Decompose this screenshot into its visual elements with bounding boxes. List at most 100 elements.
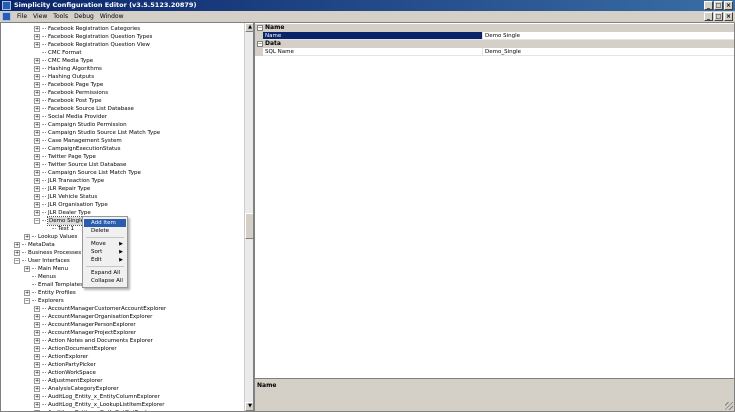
- expand-icon[interactable]: +: [34, 322, 40, 328]
- tree-node[interactable]: + JLR Repair Type: [1, 185, 243, 193]
- expand-icon[interactable]: +: [34, 170, 40, 176]
- property-category[interactable]: − Name: [255, 24, 734, 32]
- tree-node[interactable]: + Facebook Registration Question View: [1, 41, 243, 49]
- scroll-thumb[interactable]: [245, 213, 253, 239]
- expand-icon[interactable]: +: [34, 178, 40, 184]
- tree-node[interactable]: + Action Notes and Documents Explorer: [1, 337, 243, 345]
- tree-node[interactable]: + Campaign Source List Match Type: [1, 169, 243, 177]
- scroll-up-arrow-icon[interactable]: ▲: [245, 23, 253, 32]
- expand-icon[interactable]: +: [34, 394, 40, 400]
- expand-icon[interactable]: +: [34, 210, 40, 216]
- expand-icon[interactable]: +: [34, 26, 40, 32]
- collapse-icon[interactable]: −: [34, 218, 40, 224]
- context-menu-item[interactable]: Move ▶: [84, 240, 126, 248]
- menu-file[interactable]: File: [14, 13, 30, 20]
- tree-node[interactable]: + ActionWorkSpace: [1, 369, 243, 377]
- expand-icon[interactable]: +: [34, 114, 40, 120]
- tree-node[interactable]: + Facebook Permissions: [1, 89, 243, 97]
- expand-icon[interactable]: +: [34, 402, 40, 408]
- expand-icon[interactable]: +: [24, 266, 30, 272]
- context-menu-item[interactable]: Delete: [84, 227, 126, 235]
- context-menu-item[interactable]: Expand All: [84, 269, 126, 277]
- tree-node[interactable]: + CampaignExecutionStatus: [1, 145, 243, 153]
- expand-icon[interactable]: +: [34, 186, 40, 192]
- expand-icon[interactable]: +: [34, 370, 40, 376]
- expand-icon[interactable]: +: [14, 250, 20, 256]
- mdi-restore-button[interactable]: □: [714, 12, 723, 21]
- mdi-close-button[interactable]: ×: [724, 12, 733, 21]
- tree-node[interactable]: + Social Media Provider: [1, 113, 243, 121]
- expand-icon[interactable]: +: [34, 162, 40, 168]
- expand-icon[interactable]: +: [34, 194, 40, 200]
- context-menu-item[interactable]: Add Item: [84, 219, 126, 227]
- property-category[interactable]: − Data: [255, 40, 734, 48]
- tree-node[interactable]: + Twitter Page Type: [1, 153, 243, 161]
- tree-node[interactable]: + ActionPartyPicker: [1, 361, 243, 369]
- expand-icon[interactable]: +: [34, 122, 40, 128]
- tree-node[interactable]: + Entity Profiles: [1, 289, 243, 297]
- context-menu-item[interactable]: Edit ▶: [84, 256, 126, 264]
- expand-icon[interactable]: +: [34, 130, 40, 136]
- menu-debug[interactable]: Debug: [71, 13, 97, 20]
- tree-node[interactable]: + Case Management System: [1, 137, 243, 145]
- expand-icon[interactable]: +: [34, 202, 40, 208]
- expand-icon[interactable]: +: [34, 154, 40, 160]
- tree-node[interactable]: + CMC Media Type: [1, 57, 243, 65]
- tree-node[interactable]: + Hashing Algorithms: [1, 65, 243, 73]
- expand-icon[interactable]: +: [34, 338, 40, 344]
- expand-icon[interactable]: +: [34, 138, 40, 144]
- expand-icon[interactable]: +: [34, 346, 40, 352]
- tree-node[interactable]: + JLR Vehicle Status: [1, 193, 243, 201]
- expand-icon[interactable]: +: [34, 378, 40, 384]
- expand-icon[interactable]: +: [34, 74, 40, 80]
- tree-node[interactable]: + AccountManagerCustomerAccountExplorer: [1, 305, 243, 313]
- context-menu-item[interactable]: Collapse All: [84, 277, 126, 285]
- tree-node[interactable]: + ActionExplorer: [1, 353, 243, 361]
- menu-window[interactable]: Window: [97, 13, 127, 20]
- tree-node[interactable]: + Campaign Studio Source List Match Type: [1, 129, 243, 137]
- tree-node[interactable]: + Facebook Page Type: [1, 81, 243, 89]
- expand-icon[interactable]: +: [34, 330, 40, 336]
- expand-icon[interactable]: +: [34, 66, 40, 72]
- mdi-minimize-button[interactable]: _: [704, 12, 713, 21]
- property-row[interactable]: Name Demo Single: [255, 32, 734, 40]
- tree-vertical-scrollbar[interactable]: ▲ ▼: [244, 23, 253, 411]
- expand-icon[interactable]: +: [34, 106, 40, 112]
- expand-icon[interactable]: +: [34, 314, 40, 320]
- expand-icon[interactable]: +: [34, 354, 40, 360]
- expand-icon[interactable]: +: [24, 290, 30, 296]
- collapse-icon[interactable]: −: [14, 258, 20, 264]
- expand-icon[interactable]: +: [34, 90, 40, 96]
- tree-node[interactable]: + Facebook Source List Database: [1, 105, 243, 113]
- expand-icon[interactable]: +: [34, 82, 40, 88]
- document-icon[interactable]: [2, 12, 11, 21]
- expand-icon[interactable]: +: [34, 58, 40, 64]
- close-button[interactable]: ×: [724, 1, 733, 10]
- menu-view[interactable]: View: [30, 13, 50, 20]
- tree-node[interactable]: − Explorers: [1, 297, 243, 305]
- tree-node[interactable]: + Hashing Outputs: [1, 73, 243, 81]
- resize-grip-icon[interactable]: [725, 402, 733, 410]
- expand-icon[interactable]: +: [34, 42, 40, 48]
- property-value[interactable]: Demo Single: [483, 32, 734, 40]
- context-menu-item[interactable]: Sort ▶: [84, 248, 126, 256]
- tree-node[interactable]: + AuditLog_Entity_x_LookupListItemExplore…: [1, 401, 243, 409]
- tree-node[interactable]: CMC Format: [1, 49, 243, 57]
- expand-icon[interactable]: +: [34, 306, 40, 312]
- collapse-icon[interactable]: −: [257, 25, 263, 31]
- tree-node[interactable]: + ActionDocumentExplorer: [1, 345, 243, 353]
- tree-node[interactable]: + AdjustmentExplorer: [1, 377, 243, 385]
- minimize-button[interactable]: _: [704, 1, 713, 10]
- scroll-down-arrow-icon[interactable]: ▼: [245, 402, 253, 411]
- tree-node[interactable]: + AuditLog_Entity_x_EntityColumnExplorer: [1, 393, 243, 401]
- expand-icon[interactable]: +: [14, 242, 20, 248]
- tree-node[interactable]: + Facebook Registration Categories: [1, 25, 243, 33]
- tree-node[interactable]: + JLR Transaction Type: [1, 177, 243, 185]
- tree-node[interactable]: + AccountManagerPersonExplorer: [1, 321, 243, 329]
- menu-tools[interactable]: Tools: [50, 13, 71, 20]
- collapse-icon[interactable]: −: [257, 41, 263, 47]
- collapse-icon[interactable]: −: [24, 298, 30, 304]
- expand-icon[interactable]: +: [34, 98, 40, 104]
- expand-icon[interactable]: +: [34, 362, 40, 368]
- tree-node[interactable]: + Campaign Studio Permission: [1, 121, 243, 129]
